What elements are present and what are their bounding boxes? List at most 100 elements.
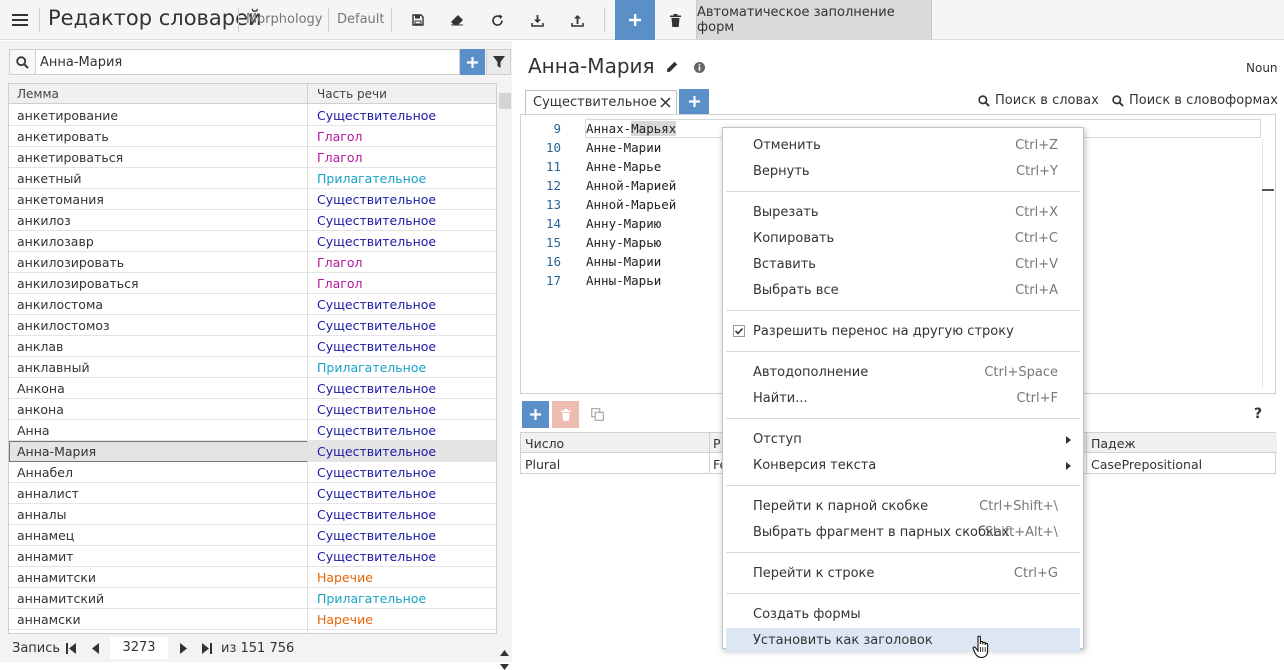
table-row[interactable]: анналы Существительное — [9, 504, 496, 525]
editor-line[interactable]: Анной-Марьей — [586, 197, 676, 212]
table-row[interactable]: аннамитский Прилагательное — [9, 588, 496, 609]
table-row[interactable]: анкилоз Существительное — [9, 210, 496, 231]
autofill-forms-button[interactable]: Автоматическое заполнение форм — [696, 0, 932, 40]
menu-item[interactable]: Найти... Ctrl+F — [726, 386, 1080, 410]
tab-default[interactable]: Default — [337, 12, 385, 27]
menu-item-label: Конверсия текста — [753, 458, 877, 473]
editor-line[interactable]: Анну-Марью — [586, 235, 661, 250]
line-text: Анны-Марии — [586, 254, 662, 269]
menu-item[interactable]: Выбрать фрагмент в парных скобках Shift+A… — [726, 520, 1080, 544]
delete-form-button[interactable] — [552, 401, 579, 428]
delete-lemma-button[interactable] — [662, 0, 688, 40]
plus-icon — [629, 14, 641, 26]
editor-line[interactable]: Анны-Марьи — [586, 273, 661, 288]
table-row[interactable]: анкилостомоз Существительное — [9, 315, 496, 336]
table-row[interactable]: анкилостома Существительное — [9, 294, 496, 315]
search-add-button[interactable] — [460, 49, 485, 75]
table-row[interactable]: Анкона Существительное — [9, 378, 496, 399]
menu-item[interactable]: Перейти к строке Ctrl+G — [726, 561, 1080, 585]
menu-item[interactable]: Вернуть Ctrl+Y — [726, 159, 1080, 183]
tab-close-button[interactable] — [657, 94, 673, 110]
menu-item[interactable]: Копировать Ctrl+C — [726, 226, 1080, 250]
clear-button[interactable] — [444, 0, 470, 40]
first-page-button[interactable] — [63, 639, 79, 657]
menu-item[interactable]: Автодополнение Ctrl+Space — [726, 360, 1080, 384]
table-row[interactable]: анкетировать Глагол — [9, 126, 496, 147]
table-row[interactable]: анналист Существительное — [9, 483, 496, 504]
cell-case[interactable]: CasePrepositional — [1091, 457, 1202, 472]
editor-line[interactable]: Анне-Марии — [586, 140, 661, 155]
menu-item[interactable]: Отменить Ctrl+Z — [726, 133, 1080, 157]
table-row[interactable]: анкетомания Существительное — [9, 189, 496, 210]
copy-icon — [591, 408, 604, 421]
line-text: Анне-Марии — [586, 140, 662, 155]
cell-number[interactable]: Plural — [525, 457, 560, 472]
scroll-down-icon[interactable] — [500, 664, 509, 670]
table-row[interactable]: Аннабел Существительное — [9, 462, 496, 483]
menu-item[interactable]: Выбрать все Ctrl+A — [726, 278, 1080, 302]
column-header-pos[interactable]: Часть речи — [317, 87, 387, 101]
upload-button[interactable] — [564, 0, 590, 40]
lemma-scrollbar[interactable] — [497, 83, 511, 670]
menu-item[interactable]: Конверсия текста — [726, 453, 1080, 477]
table-row[interactable]: аннамит Существительное — [9, 546, 496, 567]
editor-line[interactable]: Аннах-Марьях — [586, 121, 677, 136]
search-in-wordforms-link[interactable]: Поиск в словоформах — [1112, 93, 1278, 108]
pencil-icon[interactable] — [666, 61, 678, 73]
table-row[interactable]: аннамец Существительное — [9, 525, 496, 546]
cell-lemma: анкилозироваться — [17, 276, 139, 291]
table-row[interactable]: аннамски Наречие — [9, 609, 496, 630]
add-tab-button[interactable] — [679, 89, 709, 114]
column-header-gender[interactable]: Р — [713, 436, 721, 451]
table-row[interactable]: Анна Существительное — [9, 420, 496, 441]
record-number-input[interactable]: 3273 — [110, 637, 168, 659]
menu-item[interactable]: Отступ — [726, 427, 1080, 451]
menu-item[interactable]: Вырезать Ctrl+X — [726, 200, 1080, 224]
tab-noun[interactable]: Существительное — [525, 90, 677, 114]
editor-line[interactable]: Анну-Марию — [586, 216, 661, 231]
menu-item-label: Найти... — [753, 391, 808, 406]
last-page-button[interactable] — [199, 639, 215, 657]
column-header-lemma[interactable]: Лемма — [17, 87, 59, 101]
table-row[interactable]: Анна-Мария Существительное — [9, 441, 496, 462]
help-button[interactable]: ? — [1254, 406, 1262, 422]
table-row[interactable]: анкона Существительное — [9, 399, 496, 420]
cell-lemma: Аннабел — [17, 465, 73, 480]
table-row[interactable]: анкилозироваться Глагол — [9, 273, 496, 294]
menu-button[interactable] — [6, 0, 34, 40]
tab-morphology[interactable]: Morphology — [246, 12, 322, 27]
copy-form-button[interactable] — [584, 401, 611, 428]
table-row[interactable]: аннамитски Наречие — [9, 567, 496, 588]
column-header-number[interactable]: Число — [525, 436, 564, 451]
add-form-button[interactable] — [522, 401, 549, 428]
editor-line[interactable]: Анне-Марье — [586, 159, 661, 174]
save-button[interactable] — [405, 0, 431, 40]
add-lemma-button[interactable] — [615, 0, 655, 40]
editor-scroll-marker[interactable] — [1262, 189, 1274, 191]
table-row[interactable]: анкетирование Существительное — [9, 105, 496, 126]
filter-button[interactable] — [486, 49, 511, 75]
next-page-button[interactable] — [175, 639, 191, 657]
column-header-case[interactable]: Падеж — [1091, 436, 1136, 451]
search-button[interactable] — [10, 50, 36, 74]
search-input[interactable] — [40, 53, 455, 71]
table-row[interactable]: анкетироваться Глагол — [9, 147, 496, 168]
info-icon[interactable] — [694, 62, 706, 73]
table-row[interactable]: анкилозавр Существительное — [9, 231, 496, 252]
scrollbar-thumb[interactable] — [499, 93, 511, 109]
download-button[interactable] — [524, 0, 550, 40]
menu-item[interactable]: Создать формы — [726, 602, 1080, 626]
table-row[interactable]: анклавный Прилагательное — [9, 357, 496, 378]
editor-line[interactable]: Анны-Марии — [586, 254, 661, 269]
refresh-button[interactable] — [484, 0, 510, 40]
prev-page-button[interactable] — [87, 639, 103, 657]
table-row[interactable]: анкетный Прилагательное — [9, 168, 496, 189]
editor-line[interactable]: Анной-Марией — [586, 178, 676, 193]
menu-item[interactable]: Разрешить перенос на другую строку — [726, 319, 1080, 343]
menu-item[interactable]: Установить как заголовок — [726, 628, 1080, 652]
menu-item[interactable]: Перейти к парной скобке Ctrl+Shift+\ — [726, 494, 1080, 518]
menu-item[interactable]: Вставить Ctrl+V — [726, 252, 1080, 276]
search-in-words-link[interactable]: Поиск в словах — [978, 93, 1099, 108]
table-row[interactable]: анклав Существительное — [9, 336, 496, 357]
table-row[interactable]: анкилозировать Глагол — [9, 252, 496, 273]
